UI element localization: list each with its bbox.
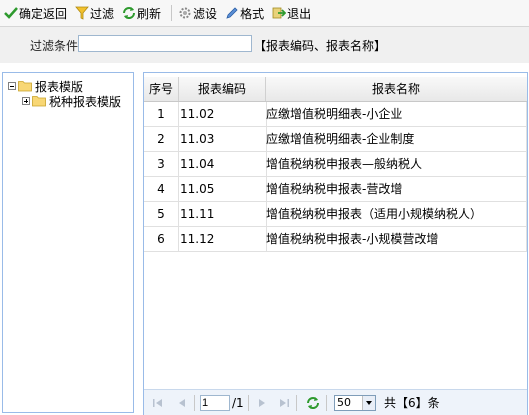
row-code: 11.04 bbox=[179, 152, 267, 176]
table-row[interactable]: 1 11.02 应缴增值税明细表-小企业 bbox=[144, 102, 527, 127]
report-grid: 序号 报表编码 报表名称 1 11.02 应缴增值税明细表-小企业 2 11.0… bbox=[143, 72, 528, 415]
exit-button[interactable]: 退出 bbox=[272, 3, 311, 23]
tree-child-label: 税种报表模版 bbox=[49, 94, 122, 109]
toolbar-divider bbox=[171, 5, 173, 21]
row-no: 2 bbox=[144, 127, 179, 151]
refresh-icon[interactable] bbox=[306, 395, 320, 411]
tree-node-tax-template[interactable]: 税种报表模版 bbox=[22, 94, 122, 109]
pager-divider bbox=[248, 395, 249, 411]
row-code: 11.11 bbox=[179, 202, 267, 226]
row-code: 11.03 bbox=[179, 127, 267, 151]
collapse-icon[interactable] bbox=[8, 82, 16, 90]
row-code: 11.02 bbox=[179, 102, 267, 126]
row-name: 增值税纳税申报表-营改增 bbox=[266, 177, 527, 201]
chevron-down-icon[interactable] bbox=[362, 396, 375, 410]
expand-icon[interactable] bbox=[22, 97, 30, 105]
total-pages: /1 bbox=[232, 396, 244, 410]
filter-condition-label: 过滤条件 bbox=[30, 39, 79, 53]
grid-header: 序号 报表编码 报表名称 bbox=[144, 77, 527, 102]
row-code: 11.05 bbox=[179, 177, 267, 201]
pager-divider bbox=[296, 395, 297, 411]
column-header-no[interactable]: 序号 bbox=[144, 77, 179, 101]
toolbar: 确定返回 过滤 刷新 滤设 格式 退出 bbox=[0, 0, 529, 27]
table-row[interactable]: 4 11.05 增值税纳税申报表-营改增 bbox=[144, 177, 527, 202]
pencil-icon bbox=[226, 7, 238, 19]
filter-settings-label: 滤设 bbox=[193, 6, 218, 21]
row-name: 应缴增值税明细表-小企业 bbox=[266, 102, 527, 126]
refresh-label: 刷新 bbox=[137, 6, 162, 21]
column-header-code[interactable]: 报表编码 bbox=[179, 77, 266, 101]
format-button[interactable]: 格式 bbox=[225, 3, 264, 23]
row-name: 增值税纳税申报表-小规模营改增 bbox=[266, 227, 527, 251]
page-size-select[interactable]: 50 bbox=[334, 395, 376, 411]
tree-node-root[interactable]: 报表模版 bbox=[8, 79, 83, 94]
table-row[interactable]: 6 11.12 增值税纳税申报表-小规模营改增 bbox=[144, 227, 527, 252]
filter-bar: 过滤条件 【报表编码、报表名称】 bbox=[0, 27, 529, 63]
pager-divider bbox=[326, 395, 327, 411]
row-name: 应缴增值税明细表-企业制度 bbox=[266, 127, 527, 151]
report-template-tree: 报表模版 税种报表模版 bbox=[2, 72, 134, 413]
previous-page-icon[interactable] bbox=[176, 395, 188, 411]
format-label: 格式 bbox=[240, 6, 265, 21]
pager-divider bbox=[194, 395, 195, 411]
filter-hint: 【报表编码、报表名称】 bbox=[254, 39, 387, 53]
page-number-input[interactable] bbox=[200, 395, 230, 411]
record-count: 共【6】条 bbox=[384, 396, 440, 410]
table-row[interactable]: 3 11.04 增值税纳税申报表—般纳税人 bbox=[144, 152, 527, 177]
first-page-icon[interactable] bbox=[152, 395, 164, 411]
checkmark-icon bbox=[4, 7, 18, 19]
row-name: 增值税纳税申报表（适用小规模纳税人） bbox=[266, 202, 527, 226]
column-header-name[interactable]: 报表名称 bbox=[266, 77, 526, 101]
confirm-return-label: 确定返回 bbox=[19, 6, 68, 21]
row-name: 增值税纳税申报表—般纳税人 bbox=[266, 152, 527, 176]
folder-open-icon bbox=[18, 81, 32, 92]
row-no: 4 bbox=[144, 177, 179, 201]
exit-icon bbox=[272, 7, 287, 19]
last-page-icon[interactable] bbox=[278, 395, 290, 411]
filter-label: 过滤 bbox=[90, 6, 115, 21]
pagination-bar: /1 50 共【6】条 bbox=[144, 389, 527, 415]
page-size-value: 50 bbox=[337, 396, 351, 409]
row-no: 5 bbox=[144, 202, 179, 226]
funnel-icon bbox=[75, 6, 89, 20]
row-code: 11.12 bbox=[179, 227, 267, 251]
filter-condition-input[interactable] bbox=[78, 35, 252, 52]
row-no: 6 bbox=[144, 227, 179, 251]
next-page-icon[interactable] bbox=[256, 395, 268, 411]
filter-button[interactable]: 过滤 bbox=[75, 3, 114, 23]
refresh-icon bbox=[123, 7, 136, 19]
row-no: 3 bbox=[144, 152, 179, 176]
gear-icon bbox=[179, 7, 191, 19]
table-row[interactable]: 2 11.03 应缴增值税明细表-企业制度 bbox=[144, 127, 527, 152]
refresh-button[interactable]: 刷新 bbox=[122, 3, 161, 23]
table-row[interactable]: 5 11.11 增值税纳税申报表（适用小规模纳税人） bbox=[144, 202, 527, 227]
filter-settings-button[interactable]: 滤设 bbox=[178, 3, 217, 23]
exit-label: 退出 bbox=[287, 6, 312, 21]
folder-icon bbox=[32, 96, 46, 107]
row-no: 1 bbox=[144, 102, 179, 126]
confirm-return-button[interactable]: 确定返回 bbox=[4, 3, 67, 23]
